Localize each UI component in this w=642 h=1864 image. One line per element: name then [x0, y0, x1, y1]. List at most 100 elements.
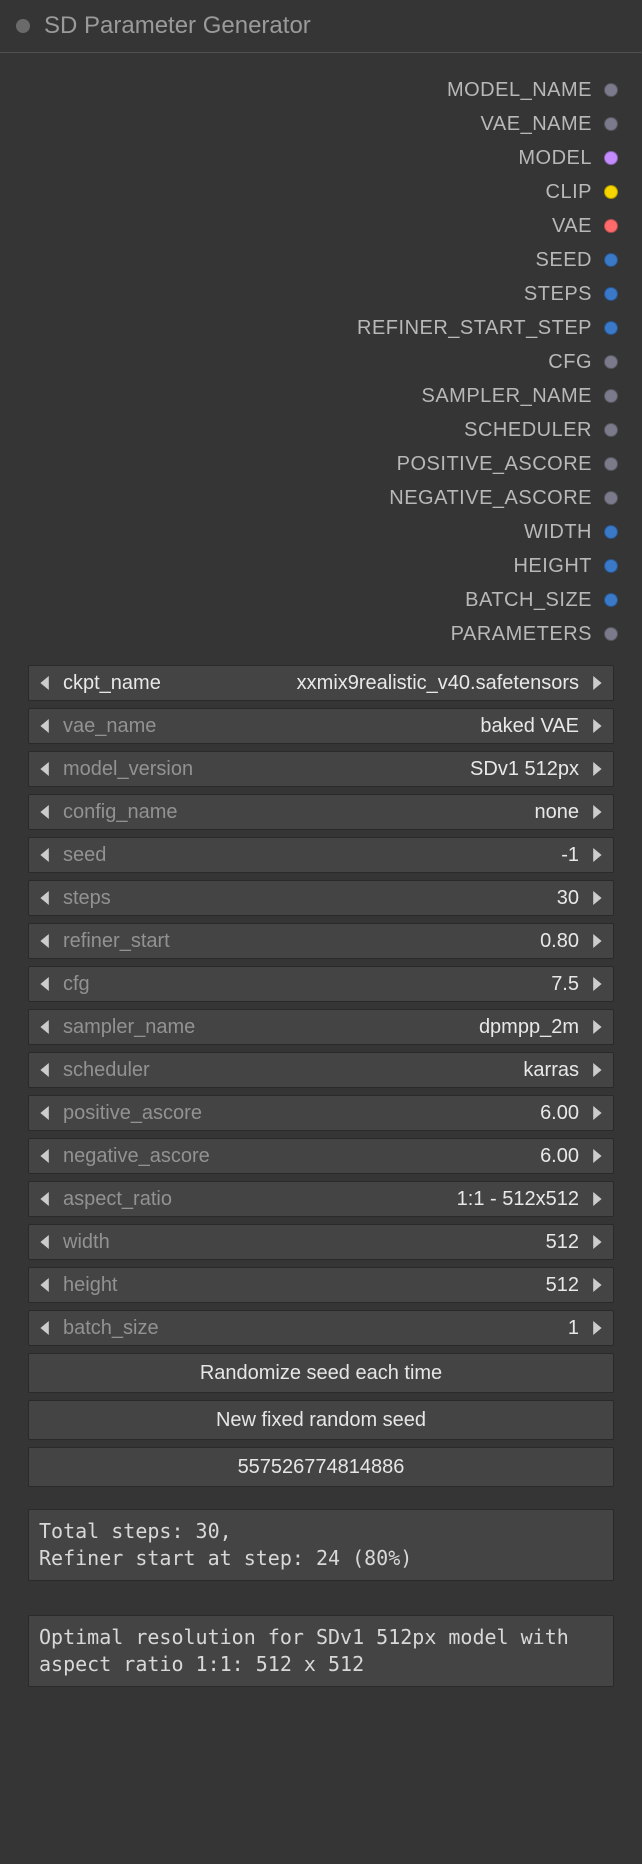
param-field-value[interactable]: 1 [159, 1317, 589, 1340]
output-port[interactable]: NEGATIVE_ASCORE [0, 481, 618, 515]
arrow-left-icon[interactable] [39, 848, 53, 862]
output-port-dot-icon[interactable] [604, 287, 618, 301]
output-port[interactable]: CLIP [0, 175, 618, 209]
arrow-right-icon[interactable] [589, 848, 603, 862]
arrow-right-icon[interactable] [589, 762, 603, 776]
arrow-left-icon[interactable] [39, 1192, 53, 1206]
param-field-value[interactable]: 0.80 [170, 930, 589, 953]
arrow-right-icon[interactable] [589, 1106, 603, 1120]
param-field[interactable]: negative_ascore6.00 [28, 1138, 614, 1174]
param-field-value[interactable]: -1 [106, 844, 589, 867]
param-field[interactable]: schedulerkarras [28, 1052, 614, 1088]
param-field-value[interactable]: 7.5 [90, 973, 589, 996]
arrow-left-icon[interactable] [39, 891, 53, 905]
param-field[interactable]: model_versionSDv1 512px [28, 751, 614, 787]
arrow-left-icon[interactable] [39, 1149, 53, 1163]
arrow-right-icon[interactable] [589, 676, 603, 690]
param-field-value[interactable]: SDv1 512px [193, 758, 589, 781]
output-port[interactable]: POSITIVE_ASCORE [0, 447, 618, 481]
arrow-left-icon[interactable] [39, 1020, 53, 1034]
param-field[interactable]: steps30 [28, 880, 614, 916]
output-port-dot-icon[interactable] [604, 423, 618, 437]
output-port-dot-icon[interactable] [604, 355, 618, 369]
param-field[interactable]: config_namenone [28, 794, 614, 830]
new-fixed-seed-button[interactable]: New fixed random seed [28, 1400, 614, 1440]
param-field-value[interactable]: baked VAE [156, 715, 589, 738]
arrow-left-icon[interactable] [39, 719, 53, 733]
output-port-dot-icon[interactable] [604, 389, 618, 403]
param-field-value[interactable]: xxmix9realistic_v40.safetensors [161, 672, 589, 695]
arrow-right-icon[interactable] [589, 719, 603, 733]
arrow-right-icon[interactable] [589, 1321, 603, 1335]
output-port[interactable]: BATCH_SIZE [0, 583, 618, 617]
param-field[interactable]: height512 [28, 1267, 614, 1303]
output-port-dot-icon[interactable] [604, 491, 618, 505]
arrow-right-icon[interactable] [589, 934, 603, 948]
output-port[interactable]: CFG [0, 345, 618, 379]
output-port[interactable]: SAMPLER_NAME [0, 379, 618, 413]
output-port[interactable]: MODEL [0, 141, 618, 175]
output-port[interactable]: VAE [0, 209, 618, 243]
param-field-value[interactable]: 6.00 [202, 1102, 589, 1125]
output-port[interactable]: HEIGHT [0, 549, 618, 583]
arrow-left-icon[interactable] [39, 977, 53, 991]
arrow-right-icon[interactable] [589, 1235, 603, 1249]
arrow-right-icon[interactable] [589, 977, 603, 991]
output-port-dot-icon[interactable] [604, 151, 618, 165]
param-field-value[interactable]: 6.00 [210, 1145, 589, 1168]
arrow-left-icon[interactable] [39, 676, 53, 690]
param-field[interactable]: positive_ascore6.00 [28, 1095, 614, 1131]
output-port-dot-icon[interactable] [604, 253, 618, 267]
arrow-right-icon[interactable] [589, 1063, 603, 1077]
param-field[interactable]: refiner_start0.80 [28, 923, 614, 959]
randomize-seed-button[interactable]: Randomize seed each time [28, 1353, 614, 1393]
param-field[interactable]: sampler_namedpmpp_2m [28, 1009, 614, 1045]
output-port-dot-icon[interactable] [604, 321, 618, 335]
arrow-left-icon[interactable] [39, 1235, 53, 1249]
param-field-value[interactable]: dpmpp_2m [195, 1016, 589, 1039]
output-port-dot-icon[interactable] [604, 593, 618, 607]
output-port[interactable]: PARAMETERS [0, 617, 618, 651]
arrow-left-icon[interactable] [39, 934, 53, 948]
arrow-left-icon[interactable] [39, 1321, 53, 1335]
arrow-right-icon[interactable] [589, 805, 603, 819]
arrow-left-icon[interactable] [39, 1063, 53, 1077]
arrow-left-icon[interactable] [39, 805, 53, 819]
arrow-right-icon[interactable] [589, 1278, 603, 1292]
output-port-dot-icon[interactable] [604, 457, 618, 471]
param-field-value[interactable]: karras [150, 1059, 589, 1082]
param-field-value[interactable]: 512 [118, 1274, 590, 1297]
output-port[interactable]: STEPS [0, 277, 618, 311]
param-field-value[interactable]: 1:1 - 512x512 [172, 1188, 589, 1211]
param-field[interactable]: cfg7.5 [28, 966, 614, 1002]
arrow-right-icon[interactable] [589, 891, 603, 905]
arrow-right-icon[interactable] [589, 1149, 603, 1163]
arrow-left-icon[interactable] [39, 1278, 53, 1292]
param-field[interactable]: seed-1 [28, 837, 614, 873]
param-field-value[interactable]: 30 [111, 887, 589, 910]
output-port[interactable]: MODEL_NAME [0, 73, 618, 107]
output-port-dot-icon[interactable] [604, 83, 618, 97]
output-port-dot-icon[interactable] [604, 627, 618, 641]
arrow-right-icon[interactable] [589, 1020, 603, 1034]
output-port[interactable]: SEED [0, 243, 618, 277]
output-port-dot-icon[interactable] [604, 525, 618, 539]
param-field[interactable]: vae_namebaked VAE [28, 708, 614, 744]
arrow-left-icon[interactable] [39, 1106, 53, 1120]
output-port-dot-icon[interactable] [604, 219, 618, 233]
output-port[interactable]: WIDTH [0, 515, 618, 549]
output-port-dot-icon[interactable] [604, 185, 618, 199]
param-field-value[interactable]: none [178, 801, 589, 824]
output-port-dot-icon[interactable] [604, 117, 618, 131]
output-port[interactable]: REFINER_START_STEP [0, 311, 618, 345]
output-port[interactable]: SCHEDULER [0, 413, 618, 447]
output-port[interactable]: VAE_NAME [0, 107, 618, 141]
output-port-dot-icon[interactable] [604, 559, 618, 573]
param-field-value[interactable]: 512 [110, 1231, 589, 1254]
arrow-right-icon[interactable] [589, 1192, 603, 1206]
arrow-left-icon[interactable] [39, 762, 53, 776]
param-field[interactable]: aspect_ratio1:1 - 512x512 [28, 1181, 614, 1217]
param-field[interactable]: ckpt_namexxmix9realistic_v40.safetensors [28, 665, 614, 701]
param-field[interactable]: batch_size1 [28, 1310, 614, 1346]
param-field[interactable]: width512 [28, 1224, 614, 1260]
